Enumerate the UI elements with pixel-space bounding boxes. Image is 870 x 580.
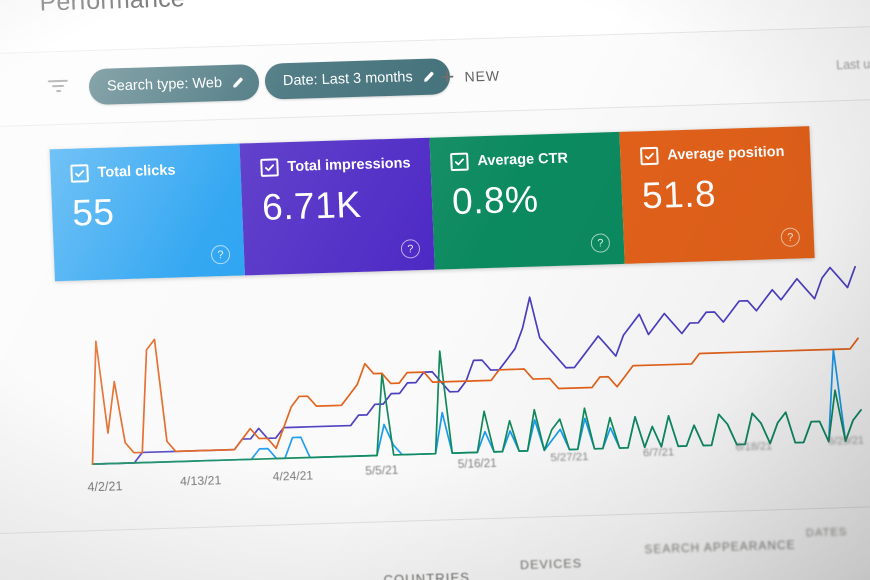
dimension-tab-bar: QUERIES PAGES COUNTRIES DEVICES SEARCH A… (0, 503, 870, 580)
checkbox-checked-icon[interactable] (450, 152, 469, 172)
page-title: Performance (38, 0, 186, 17)
chart-x-tick-label: 4/2/21 (87, 479, 123, 495)
filter-chip-date[interactable]: Date: Last 3 months (264, 58, 451, 100)
metric-card-value: 51.8 (641, 173, 717, 217)
pencil-icon[interactable] (231, 75, 246, 89)
new-filter-label: NEW (464, 67, 501, 85)
tab-dates[interactable]: DATES (806, 526, 848, 539)
checkbox-checked-icon[interactable] (640, 146, 659, 166)
help-icon[interactable]: ? (400, 239, 421, 259)
metric-card-total-impressions[interactable]: Total impressions 6.71K ? (239, 137, 435, 276)
chart-x-tick-label: 6/29/21 (827, 434, 865, 448)
help-icon[interactable]: ? (780, 227, 801, 248)
metric-card-value: 55 (71, 191, 116, 234)
metric-card-header: Average CTR (450, 148, 605, 172)
metric-card-header: Average position (640, 143, 795, 166)
pencil-icon[interactable] (421, 70, 436, 84)
filter-chip-search-type-label: Search type: Web (106, 75, 223, 95)
metric-card-label: Total impressions (287, 155, 411, 176)
metric-card-header: Total impressions (260, 154, 415, 177)
metric-card-total-clicks[interactable]: Total clicks 55 ? (49, 143, 245, 282)
metric-card-average-ctr[interactable]: Average CTR 0.8% ? (429, 131, 625, 270)
chart-x-tick-label: 6/18/21 (735, 440, 773, 454)
checkbox-checked-icon[interactable] (70, 164, 89, 183)
chart-x-tick-label: 5/16/21 (457, 456, 497, 471)
screen-photo: Performance Search type: Web Date: Last … (0, 0, 870, 580)
metric-card-label: Total clicks (97, 162, 176, 181)
chart-x-tick-label: 5/5/21 (364, 462, 399, 478)
metric-card-label: Average position (667, 143, 785, 164)
chart-x-tick-label: 4/13/21 (179, 473, 222, 489)
filter-chip-search-type[interactable]: Search type: Web (88, 63, 260, 106)
chart-x-tick-label: 4/24/21 (272, 467, 314, 484)
metric-card-value: 6.71K (261, 183, 363, 228)
chart-line-total-impressions (91, 265, 856, 466)
app-screen: Performance Search type: Web Date: Last … (0, 0, 870, 580)
tab-search-appearance[interactable]: SEARCH APPEARANCE (644, 538, 796, 557)
filter-funnel-icon[interactable] (47, 79, 70, 99)
tab-countries[interactable]: COUNTRIES (383, 570, 470, 580)
help-icon[interactable]: ? (210, 244, 231, 265)
checkbox-checked-icon[interactable] (260, 158, 279, 177)
filter-chip-date-label: Date: Last 3 months (282, 69, 414, 90)
metric-card-header: Total clicks (70, 160, 225, 183)
metric-card-label: Average CTR (477, 150, 569, 170)
tab-devices[interactable]: DEVICES (520, 556, 583, 572)
metric-card-average-position[interactable]: Average position 51.8 ? (619, 126, 815, 264)
chart-x-tick-label: 5/27/21 (550, 451, 589, 465)
help-icon[interactable]: ? (590, 233, 611, 253)
last-updated-text: Last updated: 5 hour (835, 55, 870, 73)
plus-icon: + (439, 62, 456, 91)
metric-card-value: 0.8% (451, 178, 540, 223)
metric-cards: Total clicks 55 ? Total impressions 6.71… (49, 126, 815, 282)
chart-x-tick-label: 6/7/21 (642, 445, 675, 459)
new-filter-button[interactable]: + NEW (439, 62, 501, 91)
